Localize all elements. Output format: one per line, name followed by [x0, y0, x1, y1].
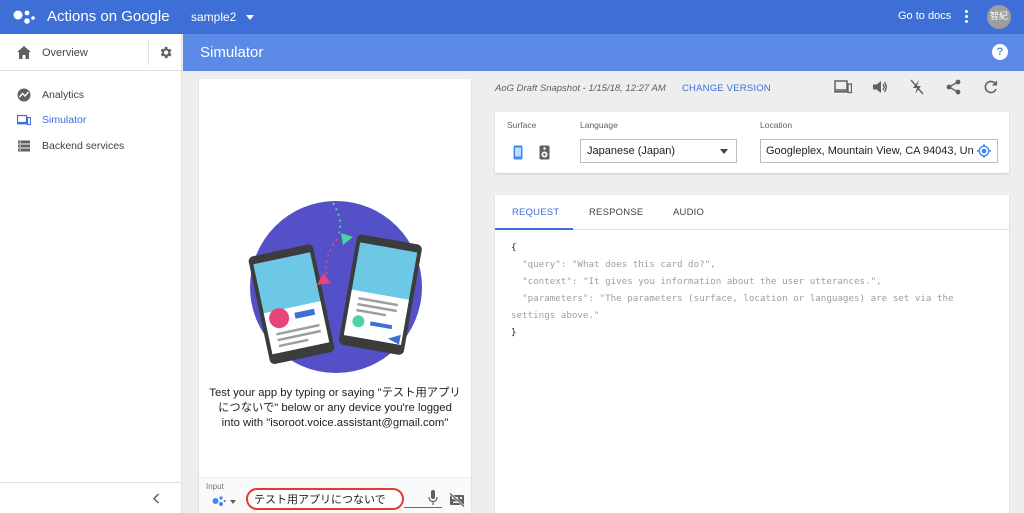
language-value: Japanese (Japan) [587, 145, 676, 157]
keyboard-off-icon[interactable] [449, 493, 465, 507]
sidebar-header: Overview [0, 34, 182, 71]
volume-icon[interactable] [871, 79, 889, 95]
tab-response[interactable]: RESPONSE [589, 207, 643, 218]
speaker-surface-icon[interactable] [539, 145, 550, 160]
intro-text: Test your app by typing or saying "テスト用ア… [209, 387, 461, 429]
input-underline [404, 507, 442, 508]
snapshot-info: AoG Draft Snapshot - 1/15/18, 12:27 AM [495, 83, 666, 94]
chevron-down-icon [246, 15, 255, 20]
analytics-icon [17, 88, 31, 102]
home-icon[interactable] [17, 46, 31, 59]
sidebar-item-simulator[interactable]: Simulator [0, 109, 182, 131]
code-line: "query": "What does this card do?", [522, 259, 716, 270]
sidebar-item-backend-services[interactable]: Backend services [0, 135, 182, 157]
location-label: Location [760, 120, 793, 130]
tab-bar: REQUEST RESPONSE AUDIO [495, 195, 1009, 230]
go-to-docs-link[interactable]: Go to docs [898, 10, 951, 22]
sidebar-item-overview[interactable]: Overview [42, 47, 88, 59]
input-bar: Input [199, 477, 471, 513]
settings-card: Surface Language Japanese (Japan) Locati… [495, 112, 1009, 173]
language-select[interactable]: Japanese (Japan) [580, 139, 737, 163]
share-icon[interactable] [945, 79, 963, 95]
chevron-left-icon[interactable] [152, 493, 160, 504]
assistant-dots-icon[interactable] [212, 495, 226, 507]
phone-surface-icon[interactable] [513, 145, 523, 160]
project-name: sample2 [191, 10, 237, 24]
page-header: Simulator ? [183, 34, 1024, 71]
sidebar-item-label: Simulator [42, 114, 87, 126]
input-label: Input [206, 482, 224, 491]
divider [148, 41, 149, 65]
code-line: "parameters": "The parameters (surface, … [511, 293, 960, 321]
storage-icon [18, 140, 30, 152]
change-version-button[interactable]: CHANGE VERSION [682, 83, 771, 94]
sidebar-item-analytics[interactable]: Analytics [0, 84, 182, 106]
code-close-brace: } [511, 327, 517, 338]
sidebar: Overview Analytics Simulator Backend ser [0, 34, 182, 513]
app-title[interactable]: Actions on Google [47, 8, 170, 26]
code-open-brace: { [511, 242, 517, 253]
surface-label: Surface [507, 120, 537, 130]
request-response-card: REQUEST RESPONSE AUDIO { "query": "What … [495, 195, 1009, 513]
sidebar-item-label: Analytics [42, 89, 85, 101]
mic-icon[interactable] [428, 490, 438, 506]
assistant-logo-icon[interactable] [13, 8, 35, 26]
location-input[interactable] [760, 139, 998, 163]
devices-icon [17, 114, 31, 126]
top-app-bar: Actions on Google sample2 Go to docs 智紀 [0, 0, 1024, 34]
page-title: Simulator [200, 44, 264, 61]
my-location-icon[interactable] [977, 144, 991, 158]
phone-simulator-card: Test your app by typing or saying "テスト用ア… [199, 79, 471, 513]
display-icon[interactable] [834, 79, 852, 95]
phones-illustration [248, 201, 422, 373]
active-tab-indicator [495, 228, 573, 230]
sidebar-footer [0, 482, 182, 513]
tab-audio[interactable]: AUDIO [673, 207, 704, 218]
gear-icon[interactable] [158, 45, 173, 60]
debug-off-icon[interactable] [908, 79, 926, 95]
refresh-icon[interactable] [982, 79, 1000, 95]
chevron-down-icon[interactable] [230, 500, 236, 504]
project-selector[interactable]: sample2 [191, 10, 255, 24]
sidebar-item-label: Backend services [42, 140, 125, 152]
language-label: Language [580, 120, 618, 130]
query-input[interactable] [246, 488, 404, 510]
more-vert-icon[interactable] [962, 9, 970, 25]
code-line: "context": "It gives you information abo… [522, 276, 882, 287]
help-icon[interactable]: ? [992, 44, 1008, 60]
avatar[interactable]: 智紀 [987, 5, 1011, 29]
tab-request[interactable]: REQUEST [512, 207, 559, 218]
request-json: { "query": "What does this card do?", "c… [511, 239, 1001, 341]
chevron-down-icon [720, 149, 728, 154]
